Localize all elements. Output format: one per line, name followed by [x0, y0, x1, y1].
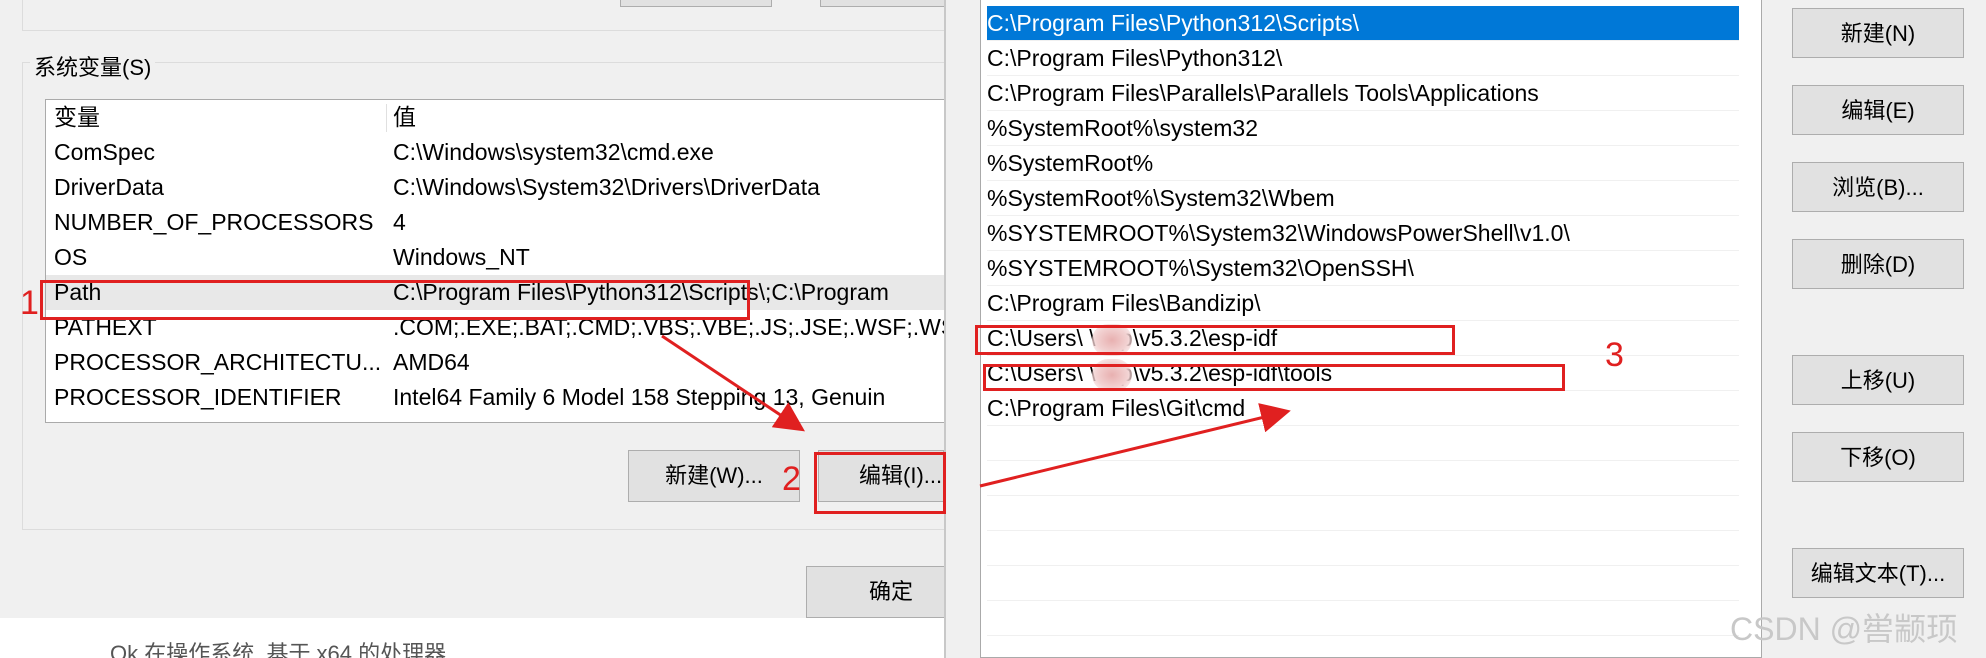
- annotation-arrows: [661, 334, 1291, 488]
- arrow-1-to-2: [661, 334, 805, 432]
- watermark: CSDN @喾颛顼: [1730, 611, 1959, 647]
- arrow-2-to-3: [979, 403, 1291, 488]
